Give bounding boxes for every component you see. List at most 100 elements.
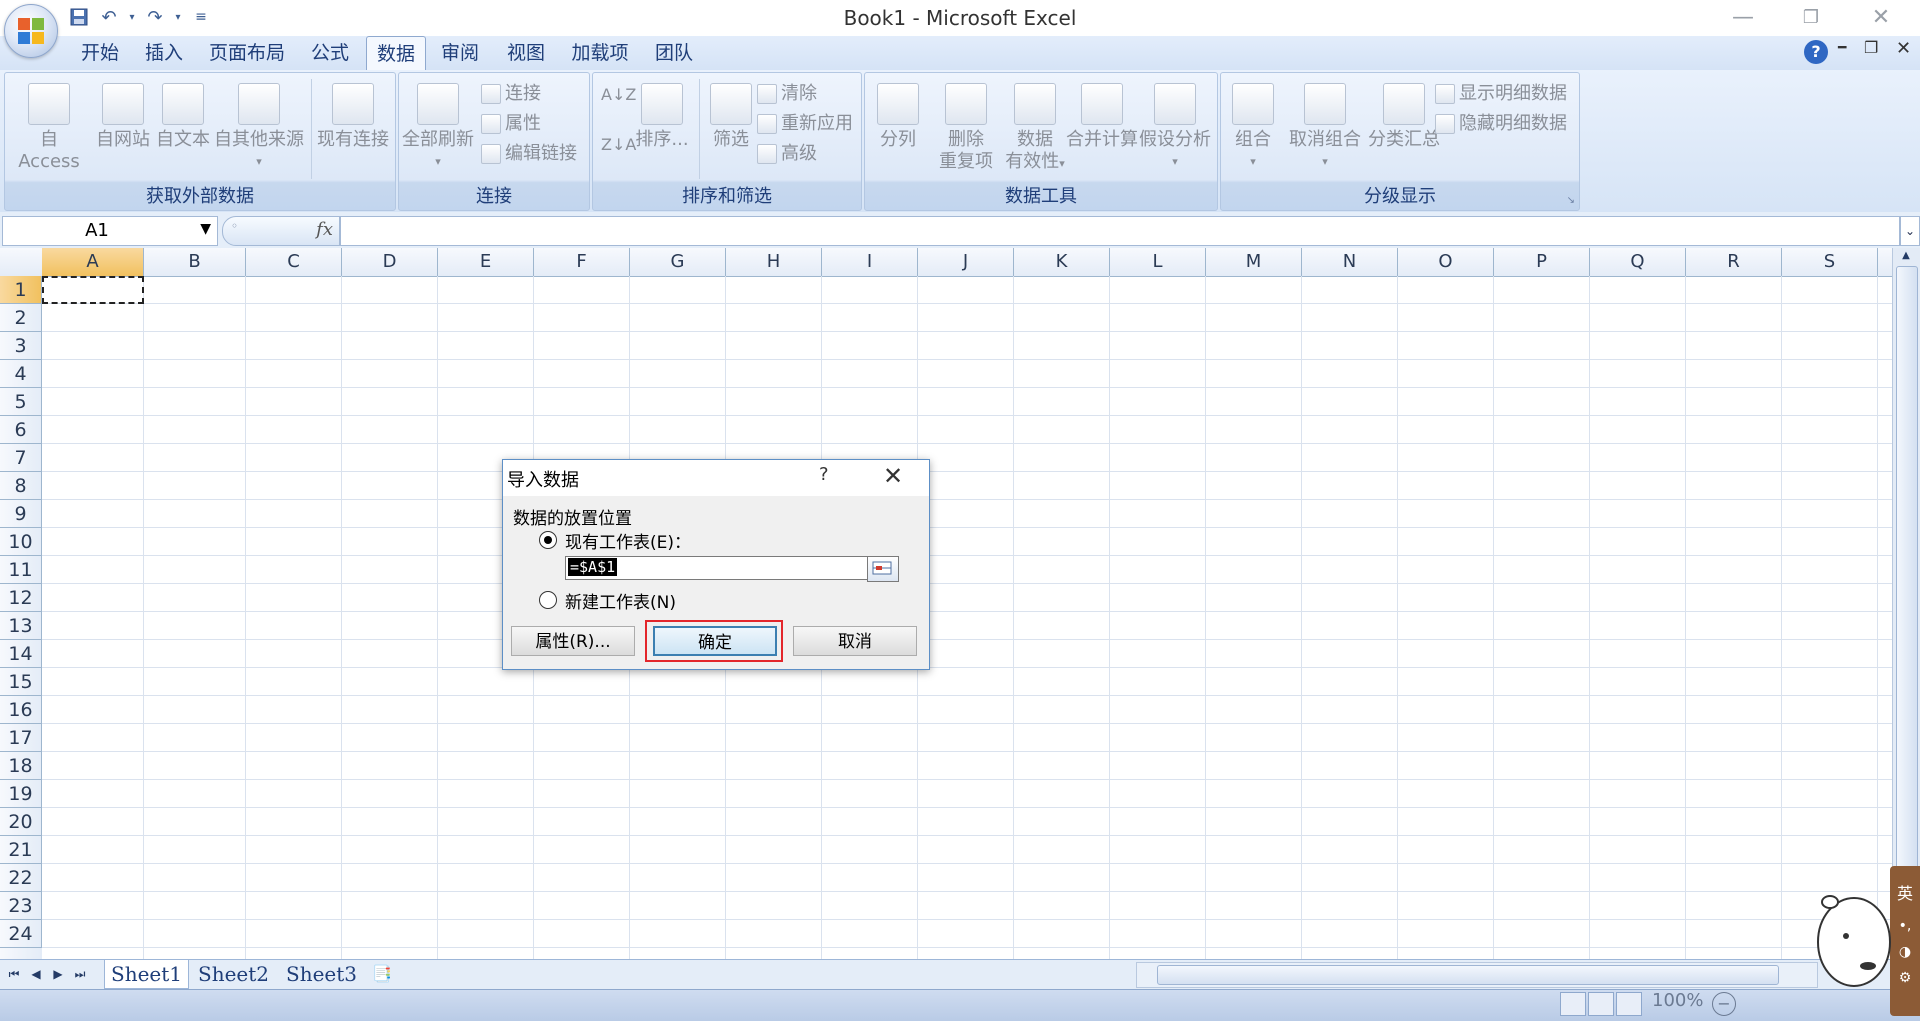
row-header[interactable]: 1 <box>0 276 42 304</box>
column-header[interactable]: E <box>438 248 534 276</box>
tab-addins[interactable]: 加载项 <box>566 36 634 70</box>
properties-button[interactable]: 属性(R)... <box>511 626 635 656</box>
column-header[interactable]: S <box>1782 248 1878 276</box>
tab-insert[interactable]: 插入 <box>136 36 192 70</box>
row-header[interactable]: 16 <box>0 696 42 724</box>
tab-formulas[interactable]: 公式 <box>300 36 360 70</box>
text-to-columns-button[interactable]: 分列 <box>867 83 929 151</box>
insert-sheet-icon[interactable]: 📑 <box>372 960 392 988</box>
column-header[interactable]: B <box>144 248 246 276</box>
row-header[interactable]: 15 <box>0 668 42 696</box>
prev-sheet-icon[interactable]: ◀ <box>26 964 46 984</box>
tab-view[interactable]: 视图 <box>498 36 554 70</box>
row-header[interactable]: 14 <box>0 640 42 668</box>
existing-connections-button[interactable]: 现有连接 <box>315 83 391 151</box>
name-box-dropdown-icon[interactable]: ▼ <box>200 221 211 237</box>
horizontal-scrollbar[interactable] <box>1136 962 1818 988</box>
row-header[interactable]: 23 <box>0 892 42 920</box>
from-web-button[interactable]: 自网站 <box>93 83 153 151</box>
insert-function-button[interactable]: fx <box>316 219 333 240</box>
existing-sheet-radio[interactable] <box>539 531 557 549</box>
tab-data[interactable]: 数据 <box>366 36 426 72</box>
drag-handle-icon[interactable]: ◦ <box>231 219 238 233</box>
dialog-launcher-icon[interactable]: ↘ <box>1567 195 1575 206</box>
expand-formula-bar-icon[interactable]: ⌄ <box>1900 216 1920 246</box>
range-picker-icon[interactable] <box>867 556 899 582</box>
location-input[interactable]: =$A$1 <box>565 556 869 580</box>
tab-review[interactable]: 审阅 <box>432 36 488 70</box>
tab-home[interactable]: 开始 <box>72 36 128 70</box>
last-sheet-icon[interactable]: ⏭ <box>70 964 90 984</box>
column-header[interactable]: O <box>1398 248 1494 276</box>
row-header[interactable]: 20 <box>0 808 42 836</box>
sort-button[interactable]: 排序... <box>627 83 697 151</box>
ribbon-close-icon[interactable]: ✕ <box>1896 38 1911 59</box>
advanced-button[interactable]: 高级 <box>757 139 817 165</box>
ribbon-minimize-icon[interactable]: ━ <box>1838 40 1846 56</box>
column-header[interactable]: J <box>918 248 1014 276</box>
hide-detail-button[interactable]: 隐藏明细数据 <box>1435 109 1567 135</box>
first-sheet-icon[interactable]: ⏮ <box>4 964 24 984</box>
from-other-sources-button[interactable]: 自其他来源 ▾ <box>213 83 305 173</box>
column-header[interactable]: P <box>1494 248 1590 276</box>
dialog-help-icon[interactable]: ? <box>819 464 829 485</box>
row-header[interactable]: 12 <box>0 584 42 612</box>
column-header[interactable]: R <box>1686 248 1782 276</box>
row-header[interactable]: 11 <box>0 556 42 584</box>
dialog-close-icon[interactable]: ✕ <box>883 462 903 490</box>
properties-button[interactable]: 属性 <box>481 109 541 135</box>
row-header[interactable]: 19 <box>0 780 42 808</box>
column-header[interactable]: Q <box>1590 248 1686 276</box>
from-access-button[interactable]: 自 Access <box>7 83 91 173</box>
row-header[interactable]: 4 <box>0 360 42 388</box>
column-header[interactable]: F <box>534 248 630 276</box>
vertical-scroll-thumb[interactable] <box>1896 266 1918 938</box>
normal-view-icon[interactable] <box>1560 992 1586 1016</box>
cell-grid[interactable] <box>42 276 1892 959</box>
next-sheet-icon[interactable]: ▶ <box>48 964 68 984</box>
column-header[interactable]: G <box>630 248 726 276</box>
clear-button[interactable]: 清除 <box>757 79 817 105</box>
new-sheet-radio[interactable] <box>539 591 557 609</box>
page-layout-view-icon[interactable] <box>1588 992 1614 1016</box>
column-header[interactable]: D <box>342 248 438 276</box>
vertical-scrollbar[interactable]: ▲ <box>1892 248 1920 959</box>
close-icon[interactable]: ✕ <box>1852 0 1910 34</box>
row-header[interactable]: 13 <box>0 612 42 640</box>
column-header[interactable]: N <box>1302 248 1398 276</box>
row-header[interactable]: 9 <box>0 500 42 528</box>
zoom-out-icon[interactable]: − <box>1712 992 1736 1016</box>
group-button[interactable]: 组合 ▾ <box>1223 83 1283 173</box>
remove-duplicates-button[interactable]: 删除 重复项 <box>927 83 1005 173</box>
column-header[interactable]: M <box>1206 248 1302 276</box>
row-header[interactable]: 7 <box>0 444 42 472</box>
from-text-button[interactable]: 自文本 <box>153 83 213 151</box>
ribbon-restore-icon[interactable]: ❐ <box>1864 38 1878 57</box>
scroll-up-icon[interactable]: ▲ <box>1897 250 1915 264</box>
row-header[interactable]: 3 <box>0 332 42 360</box>
restore-icon[interactable]: ❐ <box>1782 0 1840 34</box>
row-header[interactable]: 10 <box>0 528 42 556</box>
ungroup-button[interactable]: 取消组合 ▾ <box>1283 83 1367 173</box>
name-box[interactable]: A1 ▼ <box>2 216 218 246</box>
page-break-view-icon[interactable] <box>1616 992 1642 1016</box>
help-icon[interactable]: ? <box>1804 40 1828 64</box>
column-header[interactable]: A <box>42 248 144 276</box>
row-header[interactable]: 22 <box>0 864 42 892</box>
cancel-button[interactable]: 取消 <box>793 626 917 656</box>
tab-team[interactable]: 团队 <box>646 36 702 70</box>
horizontal-scroll-thumb[interactable] <box>1157 965 1779 985</box>
zoom-level[interactable]: 100% <box>1652 990 1703 1011</box>
refresh-all-button[interactable]: 全部刷新 ▾ <box>401 83 475 173</box>
row-header[interactable]: 21 <box>0 836 42 864</box>
column-header[interactable]: K <box>1014 248 1110 276</box>
row-header[interactable]: 2 <box>0 304 42 332</box>
filter-button[interactable]: 筛选 <box>703 83 759 151</box>
row-header[interactable]: 24 <box>0 920 42 948</box>
edit-links-button[interactable]: 编辑链接 <box>481 139 577 165</box>
row-header[interactable]: 17 <box>0 724 42 752</box>
office-button[interactable] <box>4 4 58 58</box>
minimize-icon[interactable]: — <box>1714 0 1772 34</box>
sheet-tab-2[interactable]: Sheet2 <box>192 960 275 988</box>
reapply-button[interactable]: 重新应用 <box>757 109 853 135</box>
